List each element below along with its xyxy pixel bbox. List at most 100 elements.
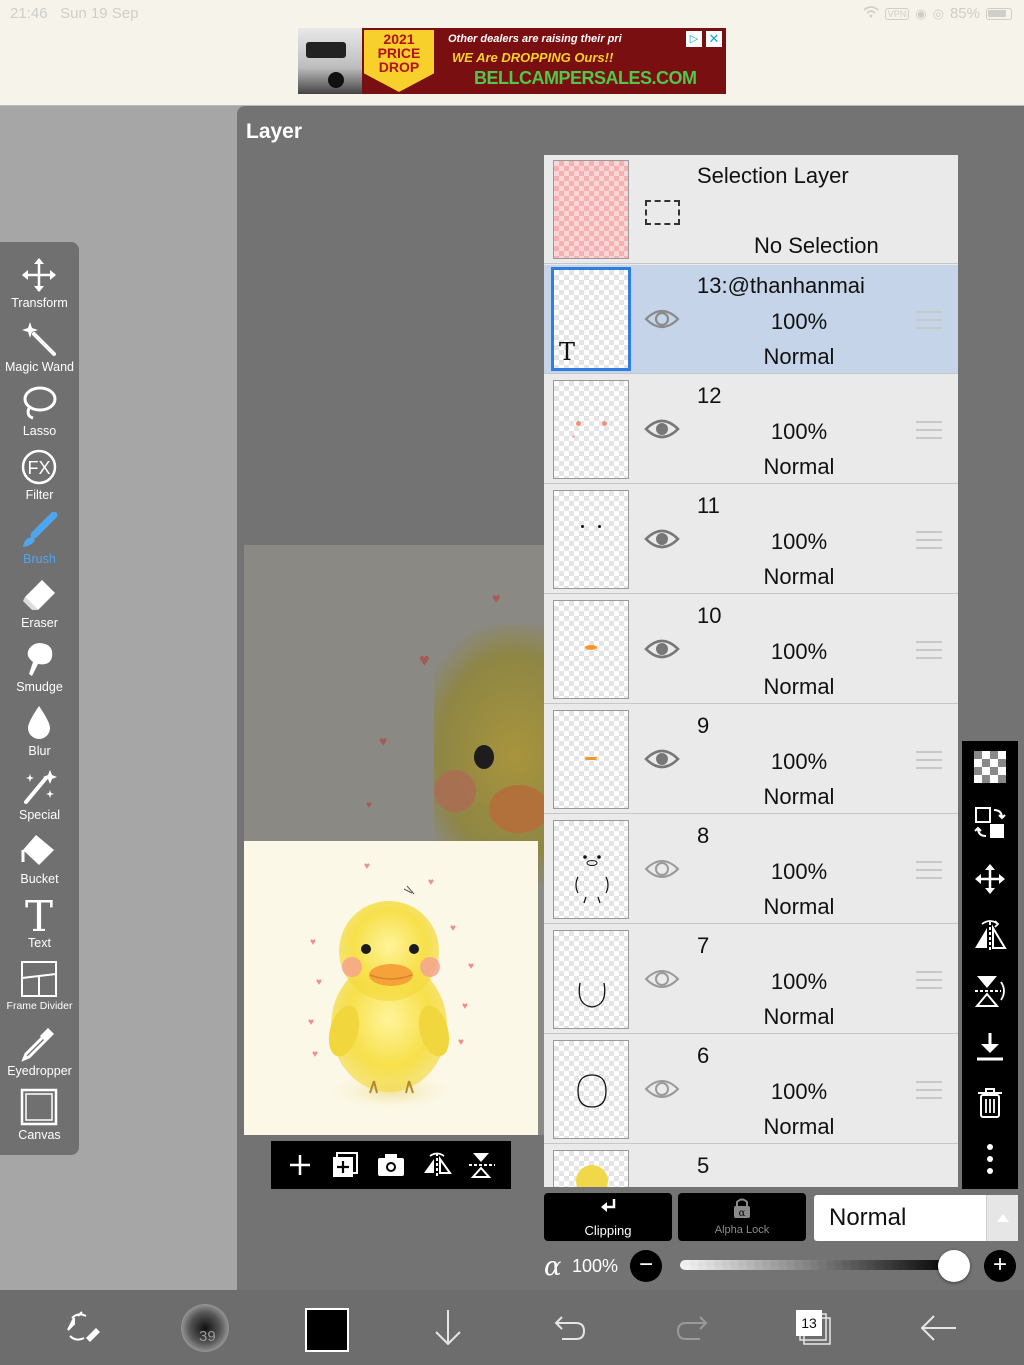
transfer-layer-icon[interactable]: [972, 805, 1008, 841]
tool-label: Magic Wand: [4, 360, 74, 374]
trash-icon[interactable]: [972, 1085, 1008, 1121]
layer-thumbnail: [553, 1040, 629, 1139]
ad-banner[interactable]: 2021 PRICE DROP Other dealers are raisin…: [298, 28, 726, 94]
drag-handle-icon[interactable]: [916, 971, 942, 989]
clipping-button[interactable]: Clipping: [544, 1193, 672, 1241]
special-icon: [20, 768, 58, 806]
layer-opacity: 100%: [770, 859, 828, 884]
artwork-thumbnail[interactable]: ♥ ♥ ♥ ♥ ♥ ♥ ♥ ♥ ♥ ♥: [244, 841, 538, 1135]
badge-line2: PRICE: [377, 45, 421, 61]
layer-panel-title: Layer: [246, 120, 303, 143]
layer-row-9[interactable]: 9 100% Normal: [544, 705, 958, 814]
tool-eyedropper[interactable]: Eyedropper: [0, 1024, 79, 1088]
layers-button[interactable]: 13: [790, 1304, 838, 1352]
layer-thumbnail: [553, 930, 629, 1029]
duplicate-layer-button[interactable]: [328, 1148, 362, 1182]
more-options-icon[interactable]: [972, 1141, 1008, 1177]
layer-row-6[interactable]: 6 100% Normal: [544, 1035, 958, 1144]
flip-horizontal-icon[interactable]: [972, 917, 1008, 953]
tool-canvas[interactable]: Canvas: [0, 1088, 79, 1152]
layer-thumbnail: [553, 600, 629, 699]
visibility-eye-icon[interactable]: [644, 305, 680, 333]
battery-icon: [986, 7, 1012, 20]
layer-row-10[interactable]: 10 100% Normal: [544, 595, 958, 704]
opacity-increase-button[interactable]: +: [984, 1250, 1016, 1282]
tool-bucket[interactable]: Bucket: [0, 832, 79, 896]
heart-icon: ♥: [316, 977, 322, 988]
tool-label: Eyedropper: [7, 1064, 72, 1078]
undo-icon[interactable]: [546, 1304, 594, 1352]
tool-magic-wand[interactable]: Magic Wand: [0, 320, 79, 384]
move-icon[interactable]: [972, 861, 1008, 897]
visibility-eye-icon[interactable]: [644, 525, 680, 553]
drag-handle-icon[interactable]: [916, 861, 942, 879]
text-icon: T: [20, 892, 58, 941]
layer-name: 6: [697, 1043, 710, 1068]
checkerboard-icon[interactable]: [972, 749, 1008, 785]
camera-icon[interactable]: [374, 1148, 408, 1182]
chick-eye-zoomed: [474, 745, 494, 769]
chick-illustration: [321, 885, 461, 1113]
tool-smudge[interactable]: Smudge: [0, 640, 79, 704]
drag-handle-icon[interactable]: [916, 751, 942, 769]
redo-icon[interactable]: [668, 1304, 716, 1352]
selection-layer-row[interactable]: Selection Layer No Selection: [544, 155, 958, 264]
tool-filter[interactable]: FX Filter: [0, 448, 79, 512]
tool-label: Filter: [25, 488, 54, 502]
tool-transform[interactable]: Transform: [0, 256, 79, 320]
visibility-eye-icon[interactable]: [644, 745, 680, 773]
tool-eraser[interactable]: Eraser: [0, 576, 79, 640]
layer-thumbnail: [553, 1150, 629, 1187]
alpha-lock-button[interactable]: α Alpha Lock: [678, 1193, 806, 1241]
opacity-slider-knob[interactable]: [938, 1250, 970, 1282]
visibility-eye-icon[interactable]: [644, 415, 680, 443]
lasso-icon: [20, 384, 58, 422]
tool-text[interactable]: T Text: [0, 892, 79, 960]
layer-row-13[interactable]: T 13:@thanhanmai 100% Normal: [544, 265, 958, 374]
tool-special[interactable]: Special: [0, 768, 79, 832]
tool-label: Eraser: [21, 616, 58, 630]
drag-handle-icon[interactable]: [916, 311, 942, 329]
color-swatch[interactable]: [305, 1308, 349, 1352]
drag-handle-icon[interactable]: [916, 421, 942, 439]
brush-size-value: 39: [199, 1328, 216, 1345]
heart-icon: ♥: [462, 1001, 468, 1012]
opacity-decrease-button[interactable]: −: [630, 1250, 662, 1282]
layer-row-12[interactable]: 12 100% Normal: [544, 375, 958, 484]
layer-blend-mode: Normal: [763, 674, 835, 699]
drag-handle-icon[interactable]: [916, 531, 942, 549]
brush-size-button[interactable]: 39: [181, 1304, 229, 1352]
visibility-eye-off-icon[interactable]: [644, 965, 680, 993]
layer-row-8[interactable]: 8 100% Normal: [544, 815, 958, 924]
visibility-eye-icon[interactable]: [644, 635, 680, 663]
opacity-value: 100%: [572, 1256, 619, 1276]
layer-row-7[interactable]: 7 100% Normal: [544, 925, 958, 1034]
drag-handle-icon[interactable]: [916, 1081, 942, 1099]
layer-opacity: 100%: [770, 419, 828, 444]
layer-row-5[interactable]: 5: [544, 1145, 958, 1187]
tool-brush[interactable]: Brush: [0, 511, 79, 576]
quick-menu-icon[interactable]: [60, 1304, 108, 1352]
blend-mode-select[interactable]: Normal: [814, 1195, 1018, 1241]
layer-opacity: 100%: [770, 529, 828, 554]
tool-blur[interactable]: Blur: [0, 704, 79, 768]
arrow-down-icon[interactable]: [424, 1304, 472, 1352]
ad-choices-icon[interactable]: ▷: [686, 31, 702, 47]
layer-row-11[interactable]: 11 100% Normal: [544, 485, 958, 594]
ad-close-icon[interactable]: ✕: [706, 31, 722, 47]
layer-opacity: 100%: [770, 969, 828, 994]
flip-vertical-icon[interactable]: [465, 1148, 499, 1182]
tool-frame-divider[interactable]: Frame Divider: [0, 960, 79, 1024]
merge-down-icon[interactable]: [972, 1029, 1008, 1065]
tool-lasso[interactable]: Lasso: [0, 384, 79, 448]
bottom-toolbar: 39 13: [0, 1290, 1024, 1365]
back-arrow-icon[interactable]: [914, 1304, 962, 1352]
chevron-up-icon: [986, 1195, 1018, 1241]
flip-horizontal-icon[interactable]: [420, 1148, 454, 1182]
opacity-slider-track[interactable]: [680, 1260, 954, 1270]
add-layer-button[interactable]: [283, 1148, 317, 1182]
flip-vertical-icon[interactable]: [972, 973, 1008, 1009]
visibility-eye-off-icon[interactable]: [644, 855, 680, 883]
drag-handle-icon[interactable]: [916, 641, 942, 659]
visibility-eye-off-icon[interactable]: [644, 1075, 680, 1103]
